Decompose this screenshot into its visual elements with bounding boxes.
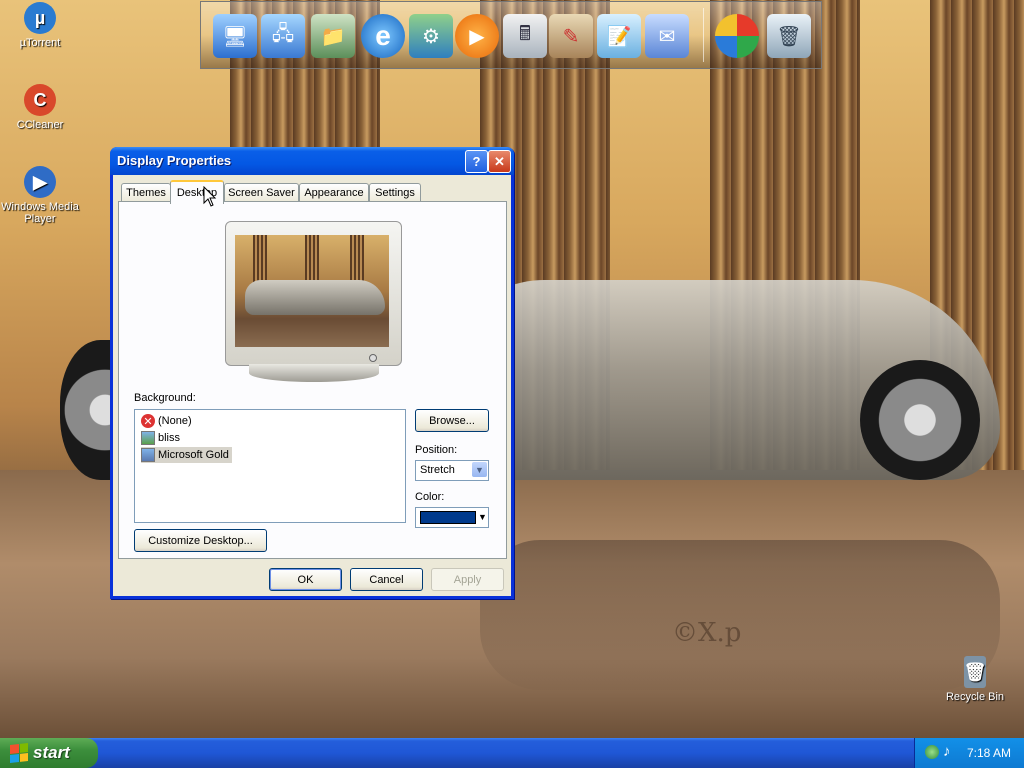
monitor-preview xyxy=(225,221,402,366)
none-icon: ✕ xyxy=(141,414,155,428)
color-label: Color: xyxy=(415,491,445,503)
network-tray-icon[interactable] xyxy=(925,745,939,759)
desktop-icon-ccleaner[interactable]: C CCleaner xyxy=(0,84,80,131)
background-list[interactable]: ✕ (None) bliss Microsoft Gold xyxy=(134,409,406,523)
desktop-icon-label: Windows Media Player xyxy=(1,201,79,225)
ccleaner-icon: C xyxy=(24,84,56,116)
email-icon[interactable]: ✉ xyxy=(645,14,689,58)
desktop-icon-utorrent[interactable]: µ µTorrent xyxy=(0,2,80,49)
paint-icon[interactable]: ✎ xyxy=(549,14,593,58)
tab-settings[interactable]: Settings xyxy=(369,183,421,202)
system-tray: ♪ 7:18 AM xyxy=(914,738,1024,768)
my-computer-icon[interactable]: 🖥 xyxy=(213,14,257,58)
customize-desktop-button[interactable]: Customize Desktop... xyxy=(134,529,267,552)
media-player-icon: ▶ xyxy=(24,166,56,198)
wallpaper-car-reflection xyxy=(480,540,1000,690)
recycle-bin-icon[interactable]: 🗑 xyxy=(767,14,811,58)
preview-car xyxy=(245,280,385,315)
position-value: Stretch xyxy=(420,464,455,476)
wallpaper-watermark: ©X.p xyxy=(672,618,742,648)
list-item-selected[interactable]: Microsoft Gold xyxy=(141,447,232,463)
desktop-icon-label: µTorrent xyxy=(19,37,61,49)
internet-explorer-icon[interactable]: e xyxy=(361,14,405,58)
mouse-cursor-icon xyxy=(203,186,217,207)
desktop-icon-label: CCleaner xyxy=(16,119,64,131)
image-file-icon xyxy=(141,431,155,445)
calculator-icon[interactable]: 🖩 xyxy=(503,14,547,58)
help-button[interactable]: ? xyxy=(465,150,488,173)
dialog-body: Themes Desktop Screen Saver Appearance S… xyxy=(113,175,511,596)
wallpaper-preview xyxy=(235,235,389,347)
chevron-down-icon[interactable]: ▼ xyxy=(478,509,487,524)
clock[interactable]: 7:18 AM xyxy=(967,746,1011,760)
desktop-tab-panel: Background: ✕ (None) bliss Microsoft Gol… xyxy=(118,201,507,559)
desktop-icon-label: Recycle Bin xyxy=(945,691,1005,703)
position-select[interactable]: Stretch ▼ xyxy=(415,460,489,481)
color-swatch xyxy=(420,511,476,524)
windows-logo-icon xyxy=(10,743,28,763)
monitor-stand xyxy=(249,364,379,382)
cancel-button[interactable]: Cancel xyxy=(350,568,423,591)
tab-themes[interactable]: Themes xyxy=(121,183,171,202)
window-title: Display Properties xyxy=(117,153,232,168)
browse-button[interactable]: Browse... xyxy=(415,409,489,432)
tab-appearance[interactable]: Appearance xyxy=(299,183,369,202)
title-bar[interactable]: Display Properties ? ✕ xyxy=(110,147,514,175)
position-label: Position: xyxy=(415,444,458,456)
recycle-bin-icon: 🗑 xyxy=(964,656,986,688)
tab-screen-saver[interactable]: Screen Saver xyxy=(224,183,299,202)
utorrent-icon: µ xyxy=(24,2,56,34)
notepad-icon[interactable]: 📝 xyxy=(597,14,641,58)
color-picker[interactable]: ▼ xyxy=(415,507,489,528)
network-icon[interactable]: 🖧 xyxy=(261,14,305,58)
apply-button[interactable]: Apply xyxy=(431,568,504,591)
start-label: start xyxy=(33,743,70,762)
list-item-label: (None) xyxy=(158,415,192,427)
control-panel-icon[interactable]: ⚙ xyxy=(409,14,453,58)
taskbar: start ♪ 7:18 AM xyxy=(0,738,1024,768)
display-properties-window: Display Properties ? ✕ Themes Desktop Sc… xyxy=(110,147,514,599)
list-item-label: bliss xyxy=(158,432,181,444)
desktop-icon-recycle-bin[interactable]: 🗑 Recycle Bin xyxy=(935,656,1015,703)
list-item[interactable]: bliss xyxy=(141,430,183,446)
monitor-power-led xyxy=(369,354,377,362)
dock-bar: 🖥 🖧 📁 e ⚙ ▶ 🖩 ✎ 📝 ✉ ⊞ 🗑 xyxy=(200,1,822,69)
list-item[interactable]: ✕ (None) xyxy=(141,413,195,429)
dock-separator xyxy=(703,8,704,62)
background-label: Background: xyxy=(134,392,196,404)
documents-icon[interactable]: 📁 xyxy=(311,14,355,58)
image-file-icon xyxy=(141,448,155,462)
ok-button[interactable]: OK xyxy=(269,568,342,591)
close-button[interactable]: ✕ xyxy=(488,150,511,173)
list-item-label: Microsoft Gold xyxy=(158,449,229,461)
start-button[interactable]: start xyxy=(0,738,98,768)
windows-start-orb-icon[interactable]: ⊞ xyxy=(715,14,759,58)
desktop-icon-media-player[interactable]: ▶ Windows Media Player xyxy=(0,166,80,225)
chevron-down-icon[interactable]: ▼ xyxy=(472,462,487,477)
wallpaper-car-wheel xyxy=(860,360,980,480)
volume-icon[interactable]: ♪ xyxy=(943,743,951,760)
media-player-icon[interactable]: ▶ xyxy=(455,14,499,58)
